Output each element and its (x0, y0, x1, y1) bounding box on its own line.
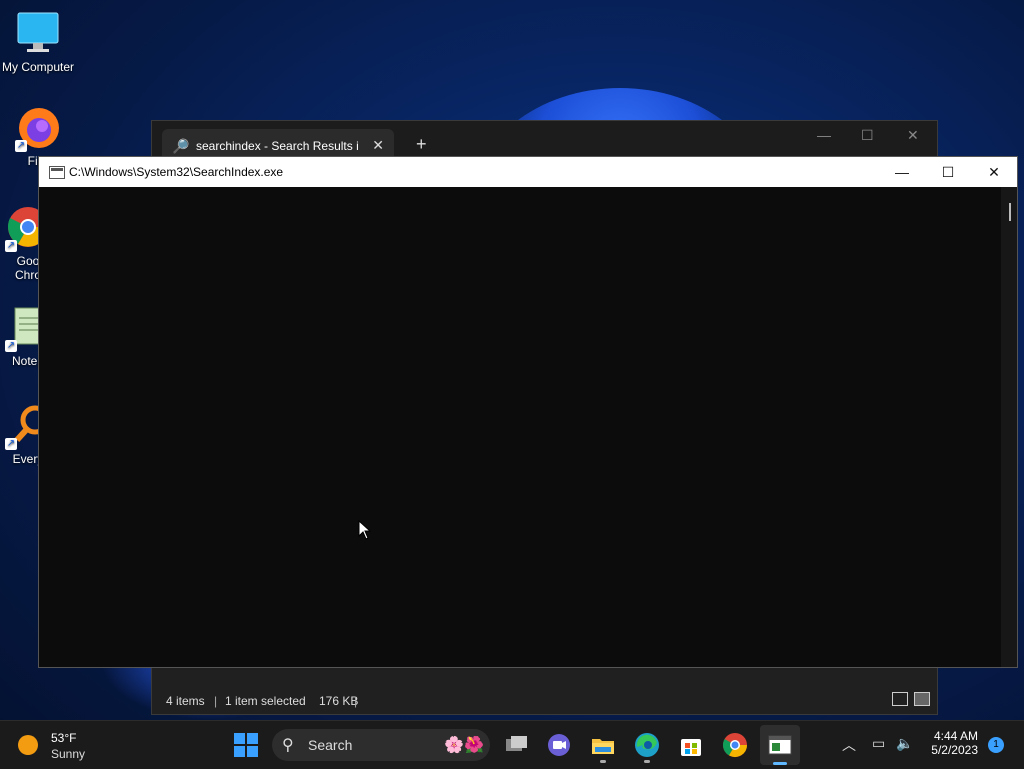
file-explorer-taskbar-button[interactable] (589, 731, 617, 763)
edge-taskbar-button[interactable] (633, 731, 661, 763)
microsoft-store-icon (681, 739, 701, 756)
shortcut-arrow-icon: ↗ (5, 340, 17, 352)
status-divider: | (354, 694, 358, 708)
maximize-button[interactable]: ☐ (925, 157, 971, 187)
console-taskbar-button[interactable] (760, 725, 800, 765)
shortcut-arrow-icon: ↗ (5, 240, 17, 252)
vertical-scrollbar[interactable] (1001, 187, 1017, 667)
edge-icon (635, 733, 659, 757)
new-tab-button[interactable]: + (416, 134, 427, 155)
teams-chat-icon (548, 734, 570, 756)
desktop-icon-label: My Computer (1, 60, 75, 74)
desktop-icon-my-computer[interactable]: My Computer (0, 10, 76, 74)
status-divider: | (214, 694, 218, 708)
console-app-icon (768, 735, 792, 755)
task-view-icon (506, 736, 527, 751)
close-icon[interactable]: ✕ (907, 127, 919, 144)
search-results-icon: 🔎 (172, 138, 190, 154)
search-highlight-flowers-icon: 🌸🌺 (444, 737, 484, 754)
show-hidden-icons-chevron-icon[interactable]: ︿ (842, 735, 856, 755)
shortcut-arrow-icon: ↗ (5, 438, 17, 450)
chrome-taskbar-button[interactable] (721, 731, 749, 759)
sun-icon (18, 735, 38, 755)
status-item-count: 4 items (166, 694, 205, 708)
running-indicator (773, 762, 787, 765)
notification-badge[interactable]: 1 (988, 737, 1004, 753)
scrollbar-thumb[interactable] (1009, 203, 1011, 221)
minimize-icon: — (895, 164, 909, 180)
maximize-icon[interactable]: ☐ (861, 127, 874, 144)
microsoft-store-button[interactable] (677, 731, 705, 759)
console-app-icon (49, 166, 65, 179)
details-view-icon[interactable] (892, 692, 908, 706)
windows-logo-icon (234, 733, 258, 757)
volume-icon[interactable]: 🔈 (896, 735, 913, 752)
clock-date: 5/2/2023 (931, 743, 978, 757)
shortcut-arrow-icon: ↗ (15, 140, 27, 152)
running-indicator (600, 760, 606, 763)
maximize-icon: ☐ (941, 164, 955, 180)
console-title: C:\Windows\System32\SearchIndex.exe (69, 165, 284, 179)
large-icons-view-icon[interactable] (914, 692, 930, 706)
network-icon[interactable]: ▭ (872, 735, 885, 752)
monitor-icon (15, 10, 61, 56)
chrome-icon (722, 733, 747, 758)
minimize-button[interactable]: — (879, 157, 925, 187)
running-indicator (644, 760, 650, 763)
taskbar-search-box[interactable]: ⚲ Search 🌸🌺 (272, 729, 490, 761)
teams-chat-button[interactable] (545, 731, 573, 759)
console-title-bar[interactable]: C:\Windows\System32\SearchIndex.exe — ☐ … (39, 157, 1017, 187)
taskbar: 53°F Sunny ⚲ Search 🌸🌺 ︿ ▭ 🔈 4:44 AM 5/2… (0, 720, 1024, 769)
weather-temperature: 53°F (51, 731, 77, 745)
minimize-icon[interactable]: — (817, 127, 831, 143)
firefox-icon: ↗ (15, 104, 61, 152)
status-selected: 1 item selected (225, 694, 306, 708)
console-window[interactable]: C:\Windows\System32\SearchIndex.exe — ☐ … (38, 156, 1018, 668)
search-label: Search (308, 737, 353, 753)
file-explorer-icon (592, 739, 614, 754)
weather-condition: Sunny (51, 747, 86, 761)
clock-time: 4:44 AM (933, 729, 978, 743)
explorer-tab-label: searchindex - Search Results i (196, 139, 359, 153)
start-button[interactable] (232, 731, 260, 759)
taskbar-clock[interactable]: 4:44 AM 5/2/2023 (924, 729, 978, 757)
close-icon: ✕ (988, 164, 1000, 180)
close-button[interactable]: ✕ (971, 157, 1017, 187)
task-view-button[interactable] (502, 731, 530, 759)
explorer-status-bar: 4 items | 1 item selected 176 KB | (152, 688, 937, 714)
status-size: 176 KB (319, 694, 359, 708)
search-icon: ⚲ (282, 737, 294, 754)
close-tab-icon[interactable]: ✕ (372, 137, 384, 154)
console-output-area[interactable] (39, 187, 1017, 667)
